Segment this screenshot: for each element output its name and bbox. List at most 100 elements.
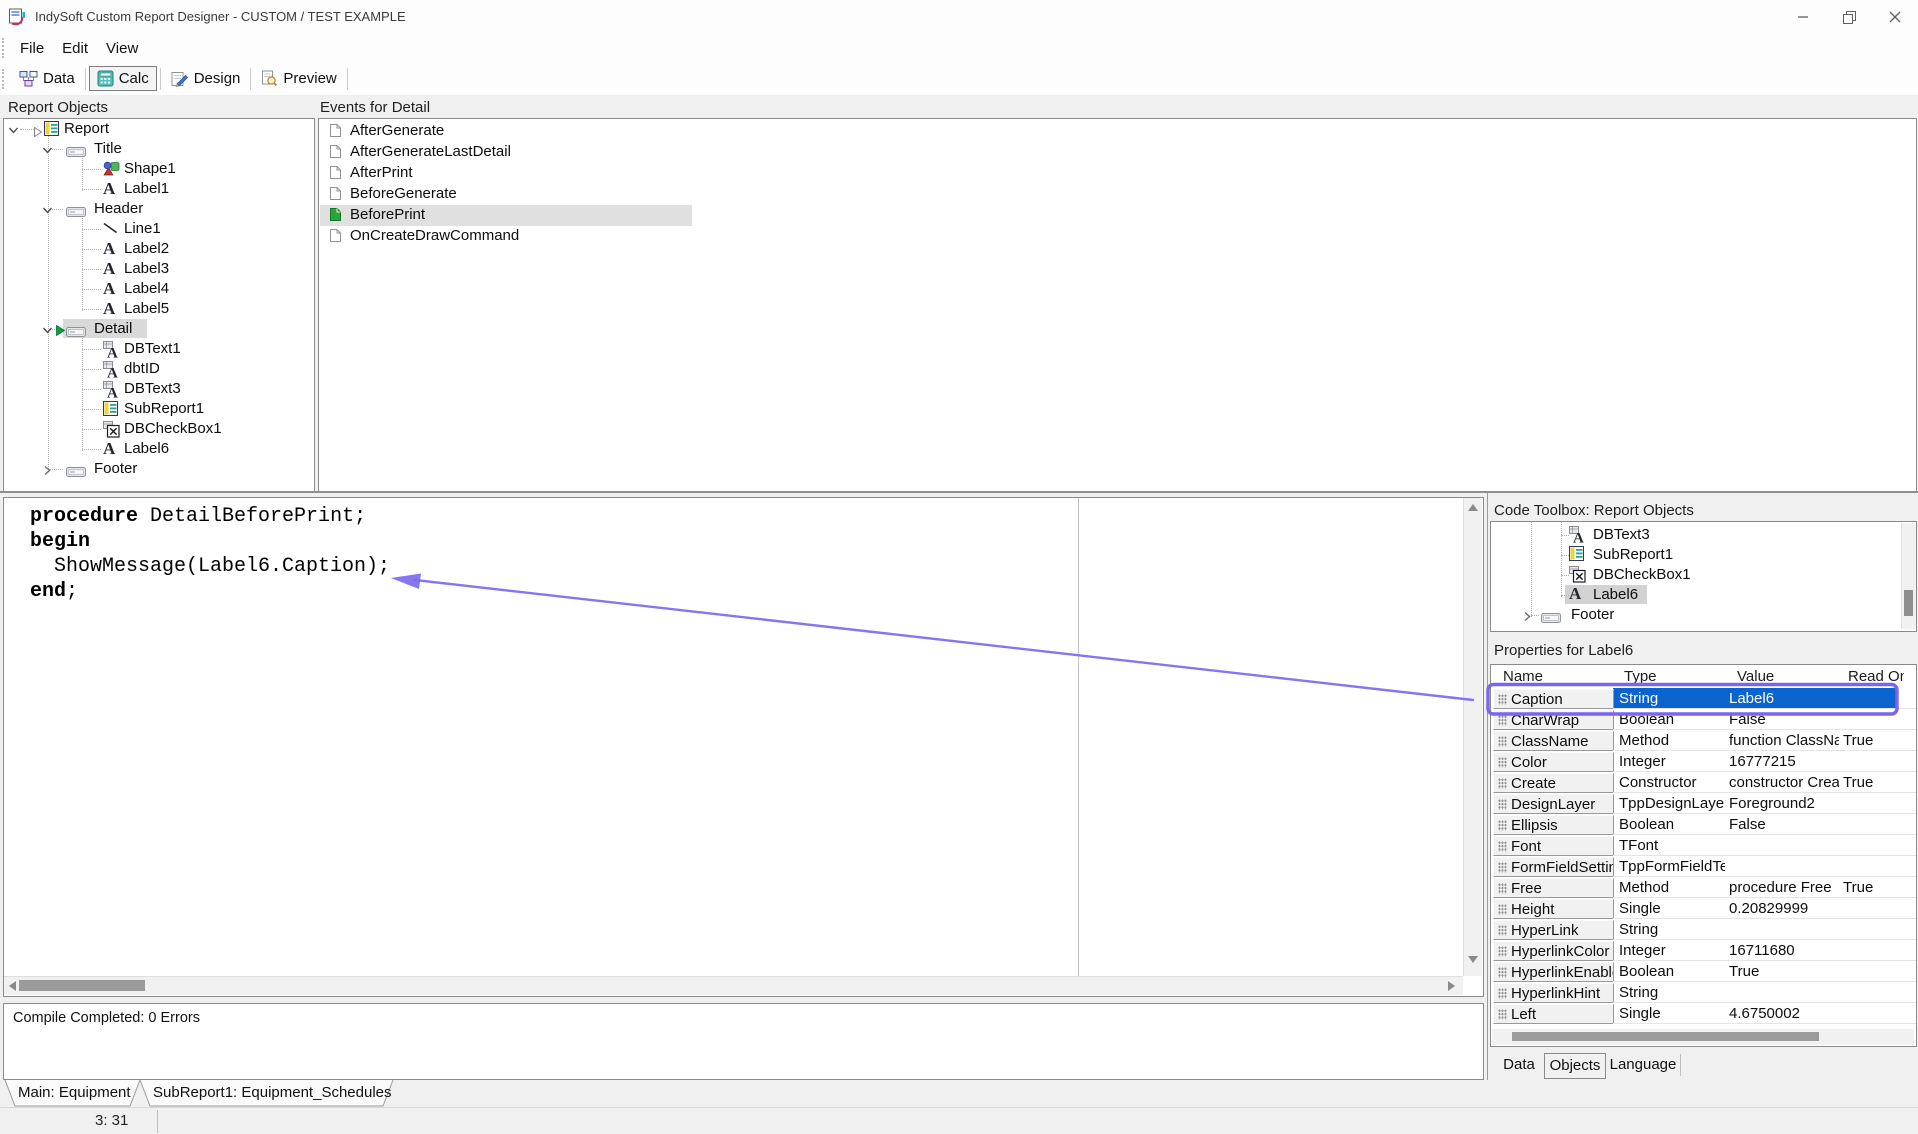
property-row-Color[interactable]: ColorInteger16777215 xyxy=(1491,751,1916,772)
tree-item-Detail[interactable]: Detail xyxy=(4,319,314,339)
tree-item-Header[interactable]: Header xyxy=(4,199,314,219)
property-row-HyperlinkHint[interactable]: HyperlinkHintString xyxy=(1491,982,1916,1003)
expand-icon[interactable] xyxy=(42,463,53,481)
property-name-cell[interactable]: ClassName xyxy=(1493,731,1614,751)
toolbox-item-SubReport1[interactable]: SubReport1 xyxy=(1491,545,1916,565)
property-value[interactable]: 16777215 xyxy=(1729,753,1839,770)
property-name-cell[interactable]: HyperlinkColor xyxy=(1493,941,1614,961)
tree-item-Line1[interactable]: Line1 xyxy=(4,219,314,239)
tree-item-Label3[interactable]: ALabel3 xyxy=(4,259,314,279)
minimize-button[interactable] xyxy=(1780,0,1826,34)
event-item-BeforeGenerate[interactable]: BeforeGenerate xyxy=(320,184,692,205)
editor-vertical-scrollbar[interactable] xyxy=(1463,498,1482,976)
property-name-cell[interactable]: DesignLayer xyxy=(1493,794,1614,814)
tree-item-Title[interactable]: Title xyxy=(4,139,314,159)
property-value[interactable]: Label6 xyxy=(1729,690,1839,707)
editor-horizontal-scrollbar[interactable] xyxy=(4,976,1463,995)
tree-item-SubReport1[interactable]: SubReport1 xyxy=(4,399,314,419)
event-item-AfterGenerate[interactable]: AfterGenerate xyxy=(320,121,692,142)
property-name-cell[interactable]: Color xyxy=(1493,752,1614,772)
properties-column-header[interactable]: Read Only xyxy=(1848,668,1904,685)
event-item-BeforePrint[interactable]: BeforePrint xyxy=(320,205,692,226)
workbook-tab-subreport1[interactable]: SubReport1: Equipment_Schedules xyxy=(153,1080,392,1107)
property-row-Create[interactable]: CreateConstructorconstructor CreateTrue xyxy=(1491,772,1916,793)
property-name-cell[interactable]: Font xyxy=(1493,836,1614,856)
property-row-Caption[interactable]: CaptionStringLabel6 xyxy=(1491,688,1916,709)
menu-item-edit[interactable]: Edit xyxy=(53,40,97,57)
menu-item-file[interactable]: File xyxy=(11,40,53,57)
toolbar-tab-calc[interactable]: Calc xyxy=(89,66,157,91)
property-value[interactable]: 0.20829999 xyxy=(1729,900,1839,917)
property-row-HyperlinkColor[interactable]: HyperlinkColorInteger16711680 xyxy=(1491,940,1916,961)
property-value[interactable]: constructor Create xyxy=(1729,774,1839,791)
property-name-cell[interactable]: HyperlinkHint xyxy=(1493,983,1614,1003)
scrollbar-thumb[interactable] xyxy=(1512,1032,1819,1041)
tree-item-DBText3[interactable]: ADBText3 xyxy=(4,379,314,399)
property-name-cell[interactable]: Ellipsis xyxy=(1493,815,1614,835)
property-value[interactable]: 16711680 xyxy=(1729,942,1839,959)
toolbox-item-Footer[interactable]: Footer xyxy=(1491,605,1916,625)
event-item-AfterGenerateLastDetail[interactable]: AfterGenerateLastDetail xyxy=(320,142,692,163)
toolbox-item-DBCheckBox1[interactable]: DBCheckBox1 xyxy=(1491,565,1916,585)
property-name-cell[interactable]: Left xyxy=(1493,1004,1614,1024)
tree-item-Label6[interactable]: ALabel6 xyxy=(4,439,314,459)
property-name-cell[interactable]: Caption xyxy=(1493,689,1614,709)
property-name-cell[interactable]: CharWrap xyxy=(1493,710,1614,730)
toolbox-item-Label6[interactable]: ALabel6 xyxy=(1491,585,1916,605)
tree-item-DBText1[interactable]: ADBText1 xyxy=(4,339,314,359)
property-value[interactable]: False xyxy=(1729,816,1839,833)
property-name-cell[interactable]: Height xyxy=(1493,899,1614,919)
properties-column-header[interactable]: Name xyxy=(1503,668,1603,685)
property-value[interactable]: function ClassName xyxy=(1729,732,1839,749)
property-row-HyperLink[interactable]: HyperLinkString xyxy=(1491,919,1916,940)
menu-item-view[interactable]: View xyxy=(97,40,147,57)
property-value[interactable]: procedure Free xyxy=(1729,879,1839,896)
scrollbar-thumb[interactable] xyxy=(19,980,145,991)
scroll-down-icon[interactable] xyxy=(1468,956,1478,963)
properties-horizontal-scrollbar[interactable] xyxy=(1492,1029,1914,1045)
expand-icon[interactable] xyxy=(1522,609,1533,627)
tree-item-Label4[interactable]: ALabel4 xyxy=(4,279,314,299)
right-panel-divider[interactable] xyxy=(1487,493,1488,1080)
scroll-left-icon[interactable] xyxy=(9,981,16,991)
property-row-Font[interactable]: FontTFont xyxy=(1491,835,1916,856)
property-name-cell[interactable]: Free xyxy=(1493,878,1614,898)
property-row-Free[interactable]: FreeMethodprocedure FreeTrue xyxy=(1491,877,1916,898)
property-row-FormFieldSettings[interactable]: FormFieldSettingsTppFormFieldText xyxy=(1491,856,1916,877)
property-value[interactable]: 4.6750002 xyxy=(1729,1005,1839,1022)
toolbar-tab-design[interactable]: Design xyxy=(164,67,248,90)
right-tab-data[interactable]: Data xyxy=(1497,1053,1541,1077)
code-text[interactable]: procedure DetailBeforePrint;begin ShowMe… xyxy=(30,504,390,604)
property-name-cell[interactable]: FormFieldSettings xyxy=(1493,857,1614,877)
property-value[interactable]: Foreground2 xyxy=(1729,795,1839,812)
property-name-cell[interactable]: HyperLink xyxy=(1493,920,1614,940)
properties-column-header[interactable]: Type xyxy=(1624,668,1724,685)
event-item-AfterPrint[interactable]: AfterPrint xyxy=(320,163,692,184)
right-tab-language[interactable]: Language xyxy=(1608,1053,1678,1077)
toolbar-tab-preview[interactable]: Preview xyxy=(254,67,343,90)
tree-item-Label5[interactable]: ALabel5 xyxy=(4,299,314,319)
splitter-horizontal[interactable] xyxy=(0,491,1918,493)
toolbar-gripper[interactable] xyxy=(2,38,7,58)
tree-item-Shape1[interactable]: Shape1 xyxy=(4,159,314,179)
tree-item-Footer[interactable]: Footer xyxy=(4,459,314,479)
toolbar-tab-data[interactable]: Data xyxy=(12,67,82,90)
close-button[interactable] xyxy=(1872,0,1918,34)
tree-item-dbtID[interactable]: AdbtID xyxy=(4,359,314,379)
tree-item-DBCheckBox1[interactable]: DBCheckBox1 xyxy=(4,419,314,439)
tree-item-Label2[interactable]: ALabel2 xyxy=(4,239,314,259)
scroll-right-icon[interactable] xyxy=(1448,981,1455,991)
toolbox-item-DBText3[interactable]: ADBText3 xyxy=(1491,525,1916,545)
tree-item-Report[interactable]: Report xyxy=(4,119,314,139)
property-value[interactable]: True xyxy=(1729,963,1839,980)
tree-item-Label1[interactable]: ALabel1 xyxy=(4,179,314,199)
property-row-DesignLayer[interactable]: DesignLayerTppDesignLayerForeground2 xyxy=(1491,793,1916,814)
property-name-cell[interactable]: HyperlinkEnabled xyxy=(1493,962,1614,982)
property-row-Height[interactable]: HeightSingle0.20829999 xyxy=(1491,898,1916,919)
property-row-CharWrap[interactable]: CharWrapBooleanFalse xyxy=(1491,709,1916,730)
right-tab-objects[interactable]: Objects xyxy=(1544,1053,1606,1079)
restore-button[interactable] xyxy=(1826,0,1872,34)
toolbar-gripper[interactable] xyxy=(2,69,7,89)
scroll-up-icon[interactable] xyxy=(1468,504,1478,511)
property-row-HyperlinkEnabled[interactable]: HyperlinkEnabledBooleanTrue xyxy=(1491,961,1916,982)
